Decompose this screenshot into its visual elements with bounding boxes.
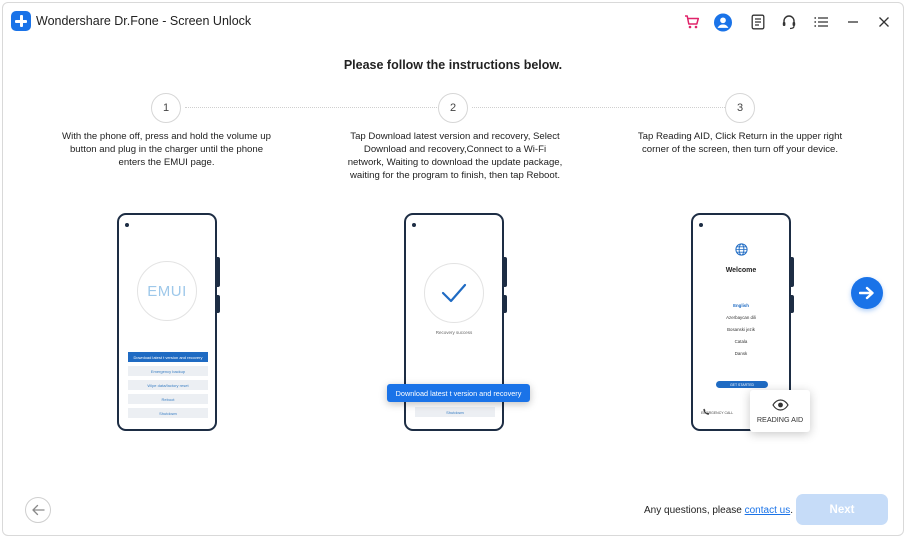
cart-icon[interactable] xyxy=(683,13,701,31)
account-icon[interactable] xyxy=(714,13,732,31)
app-logo-icon xyxy=(11,11,31,31)
language-item: Azerbaycan dili xyxy=(726,315,756,320)
reading-aid-callout: READING AID xyxy=(750,390,810,432)
emui-menu-download: Download latest t version and recovery xyxy=(128,352,208,362)
globe-icon xyxy=(735,243,748,261)
contact-us-link[interactable]: contact us xyxy=(745,505,791,516)
back-button[interactable] xyxy=(25,497,51,523)
title-bar: Wondershare Dr.Fone - Screen Unlock xyxy=(3,3,903,39)
power-button xyxy=(504,295,507,313)
success-check-icon xyxy=(424,263,484,323)
eye-icon xyxy=(772,398,789,416)
help-question: Any questions, please xyxy=(644,505,745,516)
camera-dot xyxy=(125,223,129,227)
camera-dot xyxy=(412,223,416,227)
step-connector xyxy=(185,107,439,108)
app-window: Wondershare Dr.Fone - Screen Unlock Plea… xyxy=(2,2,904,536)
minimize-icon[interactable] xyxy=(844,13,862,31)
power-button xyxy=(217,295,220,313)
emui-logo: EMUI xyxy=(137,261,197,321)
help-text: Any questions, please contact us. xyxy=(644,505,793,516)
step-number-1: 1 xyxy=(151,93,181,123)
language-item: Dansk xyxy=(734,351,748,356)
volume-button xyxy=(791,257,794,287)
menu-icon[interactable] xyxy=(812,13,830,31)
back-arrow-icon xyxy=(32,504,45,516)
help-period: . xyxy=(790,505,793,516)
recovery-shutdown: Shutdown xyxy=(415,407,495,417)
step-number-3: 3 xyxy=(725,93,755,123)
language-item: English xyxy=(733,303,749,308)
volume-button xyxy=(504,257,507,287)
emui-menu-reboot: Reboot xyxy=(128,394,208,404)
language-item: Bosanski jezik xyxy=(727,327,755,332)
support-icon[interactable] xyxy=(780,13,798,31)
window-title: Wondershare Dr.Fone - Screen Unlock xyxy=(36,14,252,28)
recovery-success-text: Recovery success xyxy=(435,330,473,335)
emui-menu-wipe: Wipe data/factory reset xyxy=(128,380,208,390)
phone-emui-illustration: EMUI Download latest t version and recov… xyxy=(117,213,220,431)
step-1-text: With the phone off, press and hold the v… xyxy=(62,131,271,168)
language-item: Catala xyxy=(734,339,748,344)
welcome-title: Welcome xyxy=(725,267,757,274)
emui-menu-backup: Emergency backup xyxy=(128,366,208,376)
emui-menu-shutdown: Shutdown xyxy=(128,408,208,418)
close-icon[interactable] xyxy=(875,13,893,31)
camera-dot xyxy=(699,223,703,227)
download-recovery-callout: Download latest t version and recovery xyxy=(387,384,530,402)
next-slide-arrow-icon[interactable] xyxy=(851,277,883,309)
get-started-button: GET STARTED xyxy=(716,381,768,388)
feedback-icon[interactable] xyxy=(749,13,767,31)
power-button xyxy=(791,295,794,313)
reading-aid-label: READING AID xyxy=(756,415,804,424)
step-3-text: Tap Reading AID, Click Return in the upp… xyxy=(637,131,843,155)
next-button[interactable]: Next xyxy=(796,494,888,525)
step-connector xyxy=(472,107,725,108)
step-2-text: Tap Download latest version and recovery… xyxy=(347,131,563,181)
volume-button xyxy=(217,257,220,287)
instructions-heading: Please follow the instructions below. xyxy=(343,58,563,72)
emergency-call-text: EMERGENCY CALL xyxy=(701,411,734,415)
step-number-2: 2 xyxy=(438,93,468,123)
